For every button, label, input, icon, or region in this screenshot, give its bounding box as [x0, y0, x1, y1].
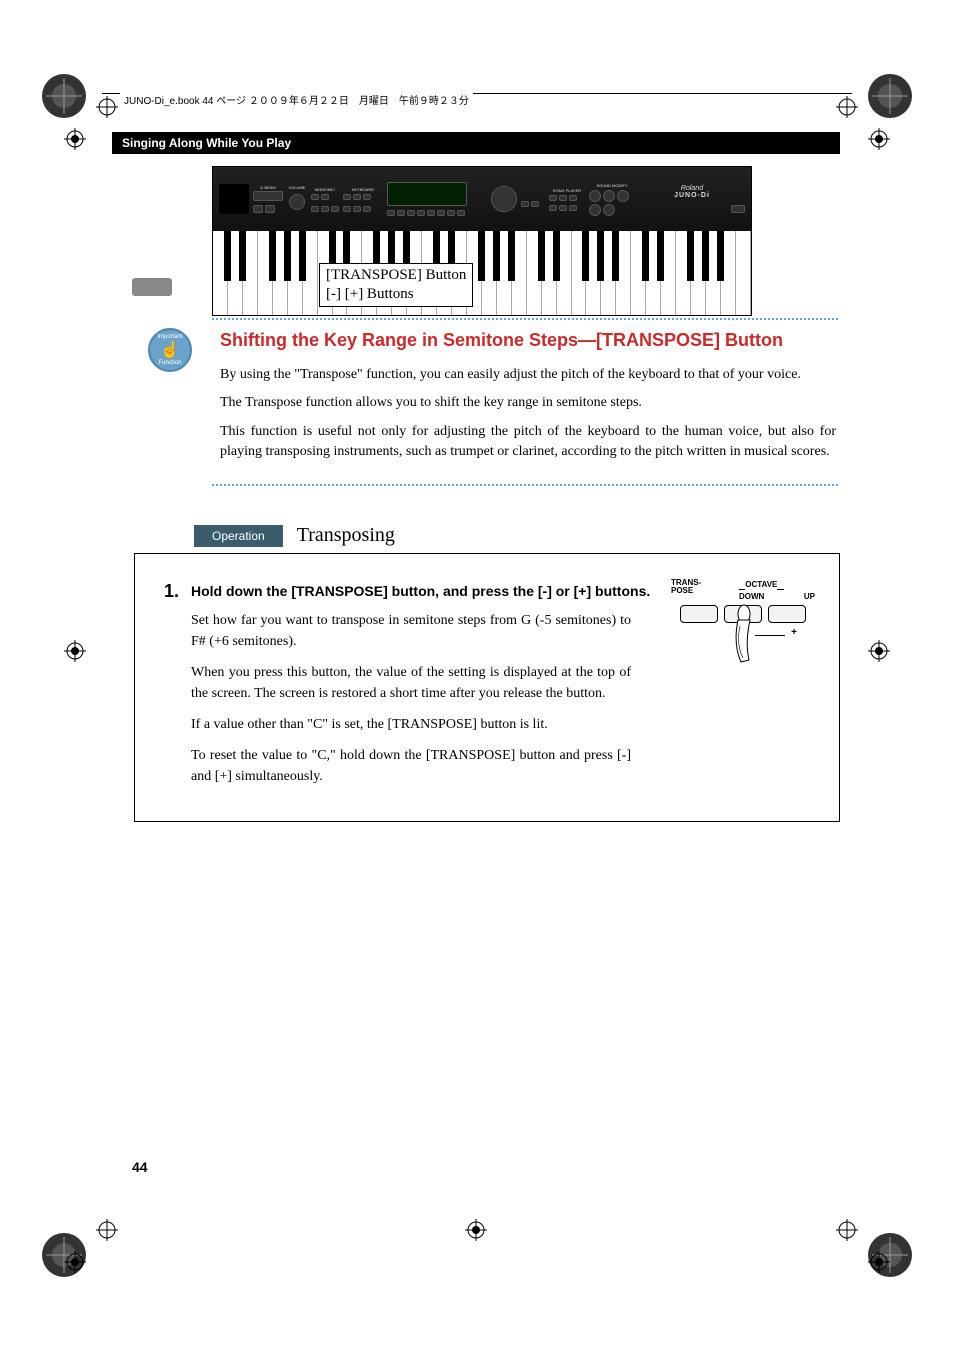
illus-down-button	[724, 605, 762, 623]
procedure-box: 1. TRANS- POSE OCTAVE DOWN UP	[134, 553, 840, 822]
section-title: Shifting the Key Range in Semitone Steps…	[220, 330, 840, 351]
paragraph-1: By using the "Transpose" function, you c…	[220, 365, 836, 385]
dotted-separator	[212, 484, 838, 486]
registration-mark-icon	[868, 128, 890, 150]
crop-mark-top-right	[866, 72, 914, 120]
keyboard-top-panel: D BEAM VOLUME MODE/MIC	[213, 167, 751, 231]
callout-line-2: [-] [+] Buttons	[326, 285, 466, 304]
finger-press-icon	[733, 604, 755, 664]
illus-label-up: UP	[804, 591, 815, 603]
step-1: 1. TRANS- POSE OCTAVE DOWN UP	[153, 581, 821, 797]
illus-up-button	[768, 605, 806, 623]
registration-mark-icon	[64, 1251, 86, 1273]
page-number: 44	[132, 1159, 148, 1175]
illus-label-down: DOWN	[739, 591, 764, 603]
registration-mark-icon	[836, 1219, 858, 1241]
panel-label-soundmodify: SOUND MODIFY	[589, 183, 635, 188]
operation-title: Transposing	[297, 524, 395, 547]
panel-label-dbeam: D BEAM	[253, 185, 283, 190]
operation-badge: Operation	[194, 525, 283, 547]
step-1-para-4: To reset the value to "C," hold down the…	[191, 745, 631, 787]
step-1-para-2: When you press this button, the value of…	[191, 662, 631, 704]
figure-callout: [TRANSPOSE] Button [-] [+] Buttons	[319, 263, 473, 307]
panel-label-songplayer: SONG PLAYER	[549, 188, 585, 193]
panel-label-volume: VOLUME	[287, 185, 307, 190]
paragraph-2: The Transpose function allows you to shi…	[220, 393, 836, 413]
registration-mark-icon	[836, 96, 858, 118]
panel-label-keyboard: KEYBOARD	[343, 187, 383, 192]
panel-label-brand: Roland	[639, 185, 745, 192]
operation-heading-row: Operation Transposing	[194, 524, 840, 547]
illus-transpose-button	[680, 605, 718, 623]
header-filename-text: JUNO-Di_e.book 44 ページ ２００９年６月２２日 月曜日 午前９…	[120, 92, 473, 107]
panel-label-model: JUNO-Di	[639, 192, 745, 199]
callout-line-1: [TRANSPOSE] Button	[326, 266, 466, 285]
illus-label-octave: OCTAVE	[745, 580, 777, 589]
illus-plus-sign: +	[791, 625, 797, 640]
registration-mark-icon	[868, 1251, 890, 1273]
dotted-separator	[212, 318, 838, 320]
registration-mark-icon	[465, 1219, 487, 1241]
keyboard-figure: D BEAM VOLUME MODE/MIC	[212, 166, 752, 316]
page-content: Singing Along While You Play D BEAM VOLU…	[112, 132, 840, 822]
step-number: 1.	[153, 581, 179, 797]
transpose-button-illustration: TRANS- POSE OCTAVE DOWN UP	[665, 579, 821, 640]
illus-label-transpose: TRANS- POSE	[671, 579, 701, 603]
registration-mark-icon	[64, 128, 86, 150]
section-header-bar: Singing Along While You Play	[112, 132, 840, 154]
important-function-icon: Important ☝ Function	[148, 328, 192, 372]
registration-mark-icon	[868, 640, 890, 662]
step-1-para-1: Set how far you want to transpose in sem…	[191, 610, 631, 652]
registration-mark-icon	[64, 640, 86, 662]
icon-label-bottom: Function	[158, 360, 181, 366]
paragraph-3: This function is useful not only for adj…	[220, 422, 836, 463]
registration-mark-icon	[96, 96, 118, 118]
registration-mark-icon	[96, 1219, 118, 1241]
step-1-para-3: If a value other than "C" is set, the [T…	[191, 714, 631, 735]
crop-mark-top-left	[40, 72, 88, 120]
keyboard-keys: [TRANSPOSE] Button [-] [+] Buttons	[213, 231, 751, 315]
panel-label-modemic: MODE/MIC	[311, 187, 339, 192]
